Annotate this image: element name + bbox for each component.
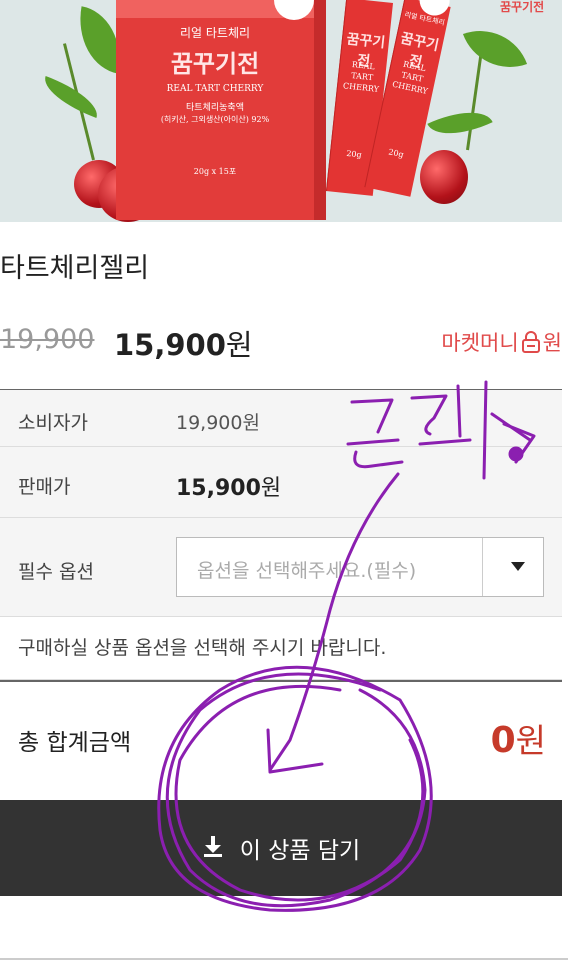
chevron-down-icon[interactable]: [511, 562, 525, 571]
lock-icon: [521, 331, 540, 353]
option-select-placeholder: 옵션을 선택해주세요.(필수): [197, 560, 417, 582]
option-notice: 구매하실 상품 옵션을 선택해 주시기 바랍니다.: [0, 616, 562, 680]
original-price: 19,900: [0, 324, 95, 355]
box-brand: 꿈꾸기전: [170, 49, 260, 78]
corner-brand-text: 꿈꾸기전: [500, 0, 545, 14]
option-notice-text: 구매하실 상품 옵션을 선택해 주시기 바랍니다.: [18, 637, 387, 659]
download-icon: [202, 834, 224, 862]
cherry-decoration: [420, 150, 468, 204]
product-box: 리얼 타트체리 꿈꾸기전 REAL TART CHERRY 타트체리농축액 (히…: [116, 0, 326, 220]
consumer-price-label: 소비자가: [18, 412, 88, 434]
required-option-label: 필수 옵션: [18, 561, 94, 583]
box-ingredient: 타트체리농축액: [186, 103, 244, 113]
stick-weight: 20g: [387, 147, 405, 160]
sale-price-value: 15,900: [114, 328, 226, 362]
box-english: REAL TART CHERRY: [166, 84, 264, 94]
box-ingredient-detail: (히키산, 그외생산(아이산) 92%: [160, 115, 270, 124]
price-row: 19,900 15,900원 마켓머니 원: [0, 318, 568, 362]
sale-price-label: 판매가: [18, 476, 71, 498]
market-money-unit: 원: [542, 331, 562, 355]
divider: [0, 517, 562, 518]
market-money[interactable]: 마켓머니 원: [441, 327, 562, 357]
add-to-cart-label: 이 상품 담기: [239, 838, 361, 864]
leaf-decoration: [38, 76, 104, 118]
leaf-decoration: [427, 98, 493, 148]
box-weight: 20g x 15포: [193, 167, 237, 176]
consumer-price-value: 19,900원: [176, 412, 260, 434]
market-money-label: 마켓머니: [441, 331, 519, 355]
sale-price-detail: 15,900원: [176, 470, 281, 502]
total-amount: 0원: [491, 714, 546, 762]
add-to-cart-button[interactable]: 이 상품 담기: [0, 800, 562, 896]
product-title: 타트체리젤리: [0, 253, 150, 284]
box-subtitle: 리얼 타트체리: [179, 26, 251, 40]
leaf-decoration: [462, 16, 528, 82]
total-amount-value: 0: [490, 720, 516, 761]
stick-english: REAL TART CHERRY: [342, 60, 380, 94]
total-amount-unit: 원: [515, 721, 546, 760]
option-select[interactable]: 옵션을 선택해주세요.(필수): [176, 537, 544, 597]
sale-price-detail-value: 15,900: [176, 476, 261, 501]
divider: [0, 680, 562, 682]
total-label: 총 합계금액: [18, 730, 132, 756]
product-image: 리얼 타트체리 꿈꾸기전 REAL TART CHERRY 타트체리농축액 (히…: [0, 0, 562, 222]
sale-price-detail-unit: 원: [260, 476, 282, 501]
sale-price: 15,900원: [114, 322, 253, 364]
divider: [0, 446, 562, 447]
sale-price-unit: 원: [225, 328, 253, 362]
